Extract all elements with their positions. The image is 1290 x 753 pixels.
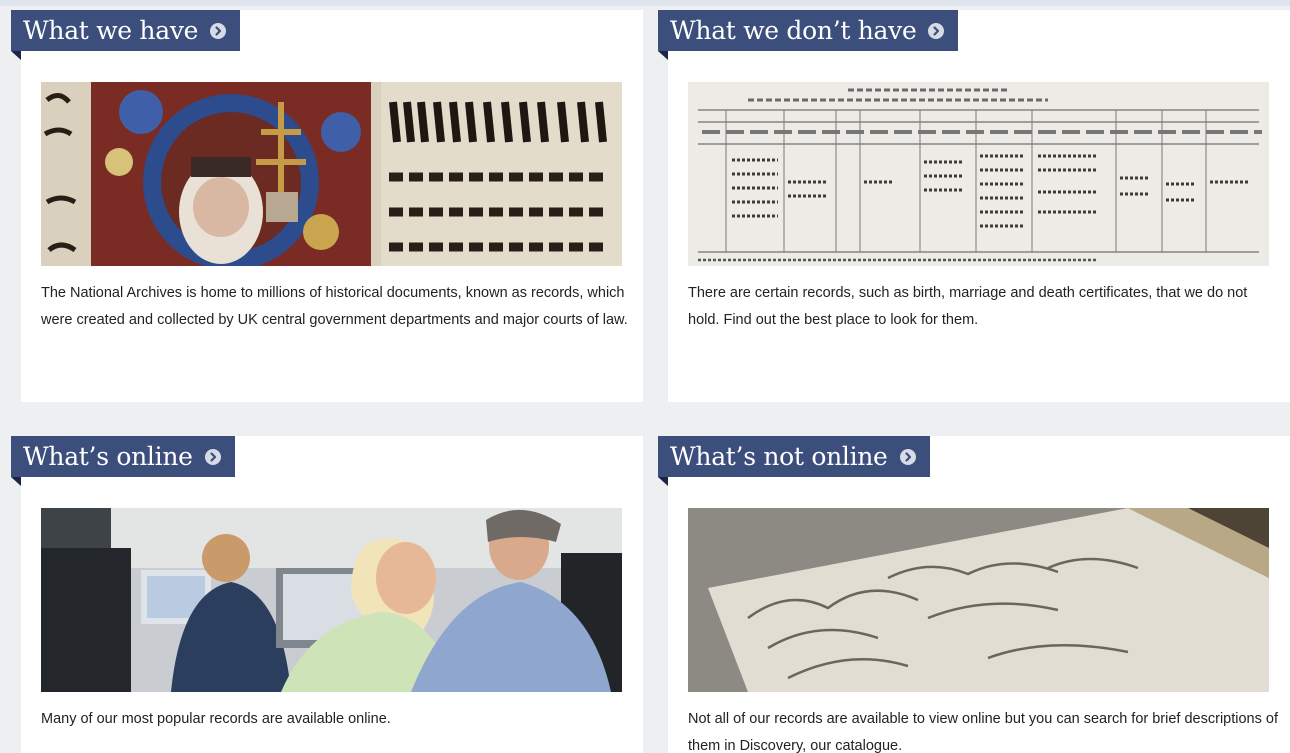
card-what-we-dont-have: What we don’t have There are certain rec… xyxy=(658,10,1290,402)
card-heading-link[interactable]: What’s online xyxy=(11,436,235,486)
handwritten-document-image[interactable] xyxy=(688,508,1269,692)
card-description: The National Archives is home to million… xyxy=(41,285,628,328)
death-certificate-image[interactable] xyxy=(688,82,1269,266)
card-heading-link[interactable]: What we don’t have xyxy=(658,10,959,60)
card-heading-title: What we have xyxy=(23,16,199,45)
chevron-right-circle-icon xyxy=(210,22,227,39)
illuminated-manuscript-image[interactable] xyxy=(41,82,622,266)
top-divider xyxy=(0,0,1290,6)
card-whats-online: What’s online Many of our most popular r… xyxy=(11,436,643,753)
card-heading-link[interactable]: What we have xyxy=(11,10,241,60)
card-whats-not-online: What’s not online Not all of our records… xyxy=(658,436,1290,753)
card-description: There are certain records, such as birth… xyxy=(688,285,1248,328)
card-heading-link[interactable]: What’s not online xyxy=(658,436,930,486)
chevron-right-circle-icon xyxy=(928,22,945,39)
chevron-right-circle-icon xyxy=(204,448,221,465)
card-heading-title: What’s online xyxy=(23,442,193,471)
page: What we have The National Archives is ho… xyxy=(0,0,1290,753)
card-description: Many of our most popular records are ava… xyxy=(41,711,391,727)
chevron-right-circle-icon xyxy=(899,448,916,465)
people-at-computers-image[interactable] xyxy=(41,508,622,692)
card-heading-title: What we don’t have xyxy=(670,16,917,45)
card-description: Not all of our records are available to … xyxy=(688,711,1278,753)
card-what-we-have: What we have The National Archives is ho… xyxy=(11,10,643,402)
card-heading-title: What’s not online xyxy=(670,442,888,471)
